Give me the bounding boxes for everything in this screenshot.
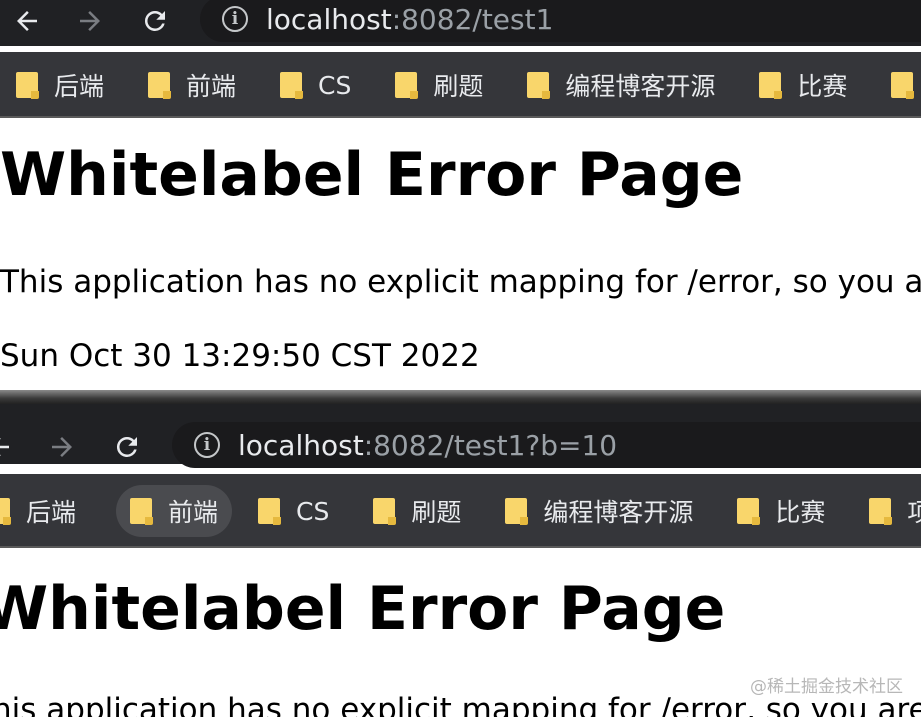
browser-toolbar: i localhost:8082/test1 xyxy=(0,0,921,46)
forward-arrow-icon[interactable] xyxy=(39,424,85,470)
page-content: Whitelabel Error Page xyxy=(0,574,725,644)
page-content: Whitelabel Error Page xyxy=(0,140,743,210)
error-timestamp: Sun Oct 30 13:29:50 CST 2022 xyxy=(0,338,480,374)
bookmark-cs[interactable]: CS xyxy=(276,59,355,111)
address-bar[interactable]: i localhost:8082/test1?b=10 xyxy=(172,422,921,468)
reload-icon[interactable] xyxy=(104,424,150,470)
page-title: Whitelabel Error Page xyxy=(0,140,744,210)
folder-icon xyxy=(16,72,39,99)
address-bar[interactable]: i localhost:8082/test1 xyxy=(200,0,921,42)
folder-icon xyxy=(0,498,11,525)
folder-icon xyxy=(148,72,172,99)
folder-icon xyxy=(395,72,419,99)
folder-icon xyxy=(258,498,282,525)
url-path: :8082/test1 xyxy=(391,2,554,36)
bookmark-contest[interactable]: 比赛 xyxy=(733,485,829,537)
folder-icon xyxy=(130,498,154,525)
bookmark-frontend[interactable]: 前端 xyxy=(116,485,233,537)
bookmark-blog-opensource[interactable]: 编程博客开源 xyxy=(523,59,719,111)
screenshot-divider xyxy=(0,390,921,404)
browser-window-1: i localhost:8082/test1 后端 前端 CS 刷题 编程博客开… xyxy=(0,0,921,390)
browser-toolbar: i localhost:8082/test1?b=10 xyxy=(0,404,921,468)
url-host: localhost xyxy=(266,2,392,36)
bookmarks-bar: 后端 前端 CS 刷题 编程博客开源 比赛 项目 xyxy=(0,474,921,548)
page-title: Whitelabel Error Page xyxy=(0,574,726,644)
bookmark-project[interactable]: 项目 xyxy=(865,485,921,537)
url-path: :8082/test1?b=10 xyxy=(363,428,618,462)
forward-arrow-icon[interactable] xyxy=(67,0,113,44)
info-icon[interactable]: i xyxy=(222,6,248,32)
bookmarks-bar: 后端 前端 CS 刷题 编程博客开源 比赛 项 xyxy=(0,52,921,118)
bookmark-frontend[interactable]: 前端 xyxy=(144,59,240,111)
folder-icon xyxy=(869,498,893,525)
bookmark-backend[interactable]: 后端 xyxy=(0,485,80,537)
folder-icon xyxy=(891,72,915,99)
bookmark-leetcode[interactable]: 刷题 xyxy=(391,59,487,111)
bookmark-contest[interactable]: 比赛 xyxy=(755,59,851,111)
watermark: @稀土掘金技术社区 xyxy=(750,677,903,697)
back-arrow-icon[interactable] xyxy=(4,0,50,44)
bookmark-blog-opensource[interactable]: 编程博客开源 xyxy=(501,485,697,537)
folder-icon xyxy=(280,72,304,99)
bookmark-project[interactable]: 项 xyxy=(887,59,921,111)
folder-icon xyxy=(527,72,551,99)
bookmark-cs[interactable]: CS xyxy=(254,485,333,537)
error-message: This application has no explicit mapping… xyxy=(0,264,921,300)
folder-icon xyxy=(759,72,783,99)
reload-icon[interactable] xyxy=(132,0,178,44)
back-arrow-icon[interactable] xyxy=(0,424,22,470)
browser-window-2: i localhost:8082/test1?b=10 后端 前端 CS 刷题 … xyxy=(0,404,921,717)
bookmark-leetcode[interactable]: 刷题 xyxy=(369,485,465,537)
folder-icon xyxy=(505,498,529,525)
bookmark-backend[interactable]: 后端 xyxy=(12,59,108,111)
info-icon[interactable]: i xyxy=(194,432,220,458)
folder-icon xyxy=(737,498,761,525)
folder-icon xyxy=(373,498,397,525)
url-host: localhost xyxy=(238,428,364,462)
